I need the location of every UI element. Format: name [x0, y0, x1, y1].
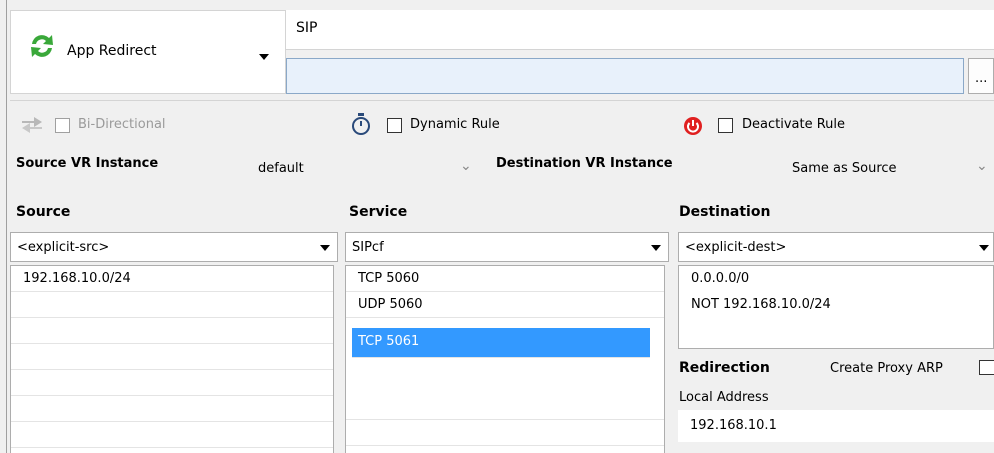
destination-selector[interactable]: <explicit-dest>: [678, 232, 994, 262]
chevron-down-icon: [651, 245, 661, 251]
bidirectional-label: Bi-Directional: [78, 117, 166, 132]
stopwatch-icon: [352, 113, 370, 135]
service-item: UDP 5060: [358, 297, 423, 312]
bidirectional-checkbox[interactable]: [55, 118, 70, 133]
list-item[interactable]: 192.168.10.0/24: [11, 266, 333, 292]
list-item-empty[interactable]: [11, 370, 333, 396]
list-item-empty[interactable]: [11, 344, 333, 370]
redirect-arrows-icon: [31, 35, 53, 57]
source-selector-value: <explicit-src>: [17, 240, 110, 255]
header-divider: [10, 100, 994, 101]
chevron-down-icon: ⌄: [460, 158, 472, 174]
destination-list[interactable]: 0.0.0.0/0 NOT 192.168.10.0/24: [678, 265, 994, 349]
deactivate-rule-checkbox[interactable]: [718, 118, 733, 133]
service-selector-value: SIPcf: [352, 240, 384, 255]
destination-vr-value: Same as Source: [792, 161, 897, 176]
source-vr-label: Source VR Instance: [16, 156, 159, 171]
list-item[interactable]: 0.0.0.0/0: [679, 266, 993, 292]
destination-vr-select[interactable]: Same as Source ⌄: [786, 152, 994, 180]
destination-vr-label: Destination VR Instance: [496, 156, 673, 171]
list-item[interactable]: NOT 192.168.10.0/24: [679, 292, 993, 318]
local-address-value: 192.168.10.1: [690, 418, 777, 433]
service-header: Service: [349, 204, 408, 220]
list-item[interactable]: TCP 5060: [346, 266, 664, 292]
list-item-empty[interactable]: [11, 396, 333, 422]
chevron-down-icon[interactable]: [259, 54, 269, 60]
source-vr-value: default: [258, 161, 304, 176]
window-edge: [6, 0, 7, 453]
dynamic-rule-checkbox[interactable]: [387, 118, 402, 133]
service-item: TCP 5061: [358, 334, 420, 349]
create-proxy-arp-checkbox[interactable]: [979, 360, 994, 375]
list-item-empty[interactable]: [346, 394, 664, 420]
list-item-empty[interactable]: [11, 292, 333, 318]
source-selector[interactable]: <explicit-src>: [10, 232, 338, 262]
local-address-label: Local Address: [679, 390, 769, 405]
browse-button[interactable]: ...: [968, 58, 994, 94]
browse-button-label: ...: [975, 71, 988, 86]
list-item-empty[interactable]: [346, 420, 664, 446]
deactivate-rule-label: Deactivate Rule: [742, 117, 846, 132]
list-item-selected[interactable]: TCP 5061: [352, 328, 650, 358]
local-address-field[interactable]: 192.168.10.1: [678, 410, 994, 442]
destination-item: 0.0.0.0/0: [691, 271, 750, 286]
rule-name-field[interactable]: SIP: [286, 10, 994, 50]
destination-item: NOT 192.168.10.0/24: [691, 297, 831, 312]
chevron-down-icon: ⌄: [976, 158, 988, 174]
service-item: TCP 5060: [358, 271, 420, 286]
source-item: 192.168.10.0/24: [23, 271, 131, 286]
list-item[interactable]: UDP 5060: [346, 292, 664, 318]
service-selector[interactable]: SIPcf: [345, 232, 669, 262]
bidirectional-arrows-icon: [22, 117, 42, 133]
destination-selector-value: <explicit-dest>: [685, 240, 787, 255]
redirection-header: Redirection: [679, 360, 770, 376]
chevron-down-icon: [979, 245, 989, 251]
list-item-empty[interactable]: [11, 422, 333, 448]
destination-header: Destination: [679, 204, 771, 220]
source-list[interactable]: 192.168.10.0/24: [10, 265, 334, 453]
power-icon: [684, 117, 702, 135]
source-vr-select[interactable]: default ⌄: [254, 152, 482, 180]
rule-type-selector[interactable]: App Redirect: [10, 10, 286, 94]
service-list[interactable]: TCP 5060 UDP 5060 TCP 5061: [345, 265, 665, 453]
source-header: Source: [16, 204, 71, 220]
chevron-down-icon: [320, 245, 330, 251]
comment-field[interactable]: [286, 58, 964, 94]
list-item-empty[interactable]: [11, 318, 333, 344]
rule-name-value: SIP: [296, 20, 318, 36]
rule-type-label: App Redirect: [67, 43, 157, 59]
create-proxy-arp-label: Create Proxy ARP: [830, 361, 943, 376]
dynamic-rule-label: Dynamic Rule: [410, 117, 500, 132]
